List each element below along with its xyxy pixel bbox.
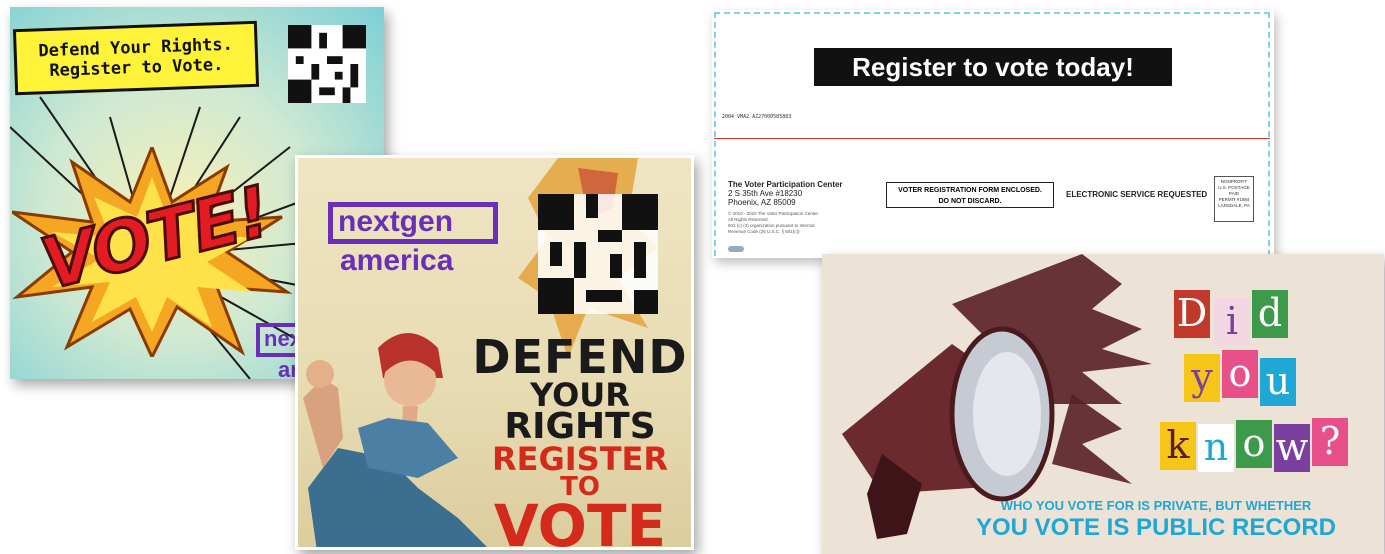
stack-word-defend: DEFEND bbox=[472, 330, 688, 384]
ransom-letter-question: ? bbox=[1312, 418, 1348, 466]
postage-indicia: NONPROFIT U.S. POSTAGE PAID PERMIT #1984… bbox=[1214, 176, 1254, 222]
ransom-letter-o2: o bbox=[1236, 420, 1272, 468]
ransom-letter-i: i bbox=[1214, 298, 1250, 346]
defend-rights-stack: DEFEND YOUR RIGHTS REGISTER TO VOTE bbox=[468, 330, 691, 550]
ransom-letter-d: D bbox=[1174, 290, 1210, 338]
voter-envelope-card: Register to vote today! 2004 VMA2 AZ2700… bbox=[712, 10, 1274, 258]
ransom-letter-u: u bbox=[1260, 358, 1296, 406]
ransom-letter-k: k bbox=[1160, 422, 1196, 470]
service-requested-text: ELECTRONIC SERVICE REQUESTED bbox=[1066, 190, 1208, 199]
ransom-letter-n: n bbox=[1198, 424, 1234, 472]
org-address-line1: 2 S 35th Ave #18230 bbox=[728, 189, 803, 198]
nextgen-america-logo: nextgen america bbox=[328, 202, 498, 282]
return-address: The Voter Participation Center 2 S 35th … bbox=[728, 180, 843, 235]
logo-word-america: america bbox=[340, 244, 454, 277]
envelope-headline: Register to vote today! bbox=[814, 48, 1172, 86]
banner-text: Defend Your Rights. Register to Vote. bbox=[38, 34, 234, 82]
stack-word-rights: RIGHTS bbox=[504, 406, 656, 448]
envelope-dash-left bbox=[714, 12, 716, 256]
logo-word-nextgen: nextgen bbox=[338, 205, 454, 238]
ransom-letter-y: y bbox=[1184, 354, 1220, 402]
qr-code-icon bbox=[538, 194, 658, 314]
envelope-barcode-text: 2004 VMA2 AZ27000585883 bbox=[722, 114, 792, 120]
qr-code-icon bbox=[288, 25, 366, 103]
envelope-fold-line bbox=[714, 138, 1270, 139]
tax-text-2: Revenue Code (26 U.S.C. § 501(c)) bbox=[728, 229, 800, 234]
ransom-letter-w: w bbox=[1274, 424, 1310, 472]
did-you-know-card: D i d y o u k n o w ? WHO YOU VOTE FOR I… bbox=[822, 254, 1384, 554]
subhead-public-record: YOU VOTE IS PUBLIC RECORD bbox=[975, 514, 1337, 541]
recycle-logo-icon bbox=[728, 246, 744, 252]
defend-rights-banner: Defend Your Rights. Register to Vote. bbox=[12, 20, 260, 96]
stack-word-vote: VOTE bbox=[493, 492, 667, 550]
ransom-letter-o: o bbox=[1222, 350, 1258, 398]
stack-word-register: REGISTER bbox=[491, 440, 669, 479]
envelope-dash-right bbox=[1268, 12, 1270, 256]
nextgen-poster-card: nextgen america DEFEND YOUR RIGHTS REGIS… bbox=[295, 155, 694, 550]
form-enclosed-box: VOTER REGISTRATION FORM ENCLOSED. DO NOT… bbox=[886, 182, 1054, 208]
ransom-letter-d2: d bbox=[1252, 290, 1288, 338]
org-name: The Voter Participation Center bbox=[728, 180, 843, 189]
subhead-private: WHO YOU VOTE FOR IS PRIVATE, BUT WHETHER bbox=[1000, 498, 1312, 513]
org-address-line2: Phoenix, AZ 85009 bbox=[728, 198, 796, 207]
envelope-dash-top bbox=[714, 12, 1270, 14]
